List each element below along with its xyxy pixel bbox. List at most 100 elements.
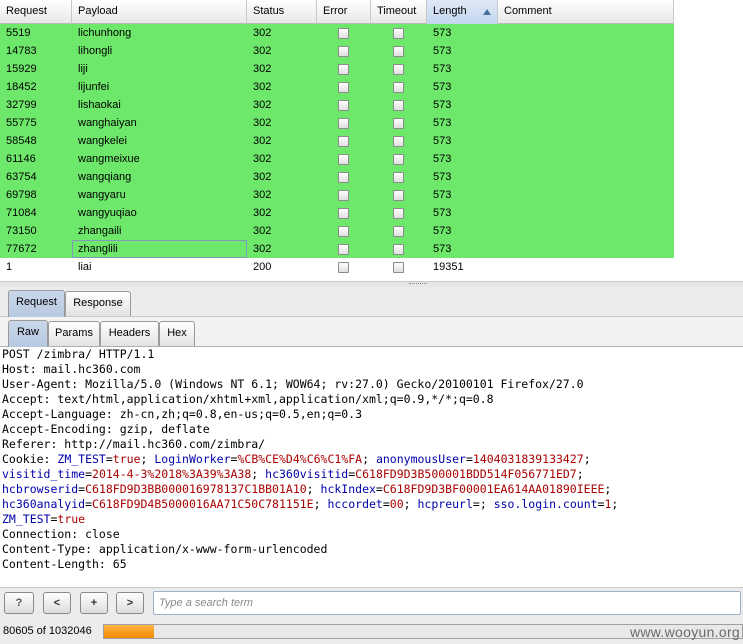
timeout-checkbox[interactable]: [393, 154, 404, 165]
cell-status: 302: [253, 27, 272, 39]
error-checkbox[interactable]: [338, 136, 349, 147]
error-checkbox[interactable]: [338, 244, 349, 255]
cell-error: [317, 78, 371, 96]
cell-timeout: [371, 132, 427, 150]
cell-request: 1: [6, 261, 13, 273]
cell-timeout: [371, 222, 427, 240]
table-row[interactable]: 71084 wangyuqiao 302 573: [0, 204, 674, 222]
timeout-checkbox[interactable]: [393, 64, 404, 75]
timeout-checkbox[interactable]: [393, 118, 404, 129]
error-checkbox[interactable]: [338, 154, 349, 165]
timeout-checkbox[interactable]: [393, 136, 404, 147]
cell-status: 302: [253, 135, 272, 147]
timeout-checkbox[interactable]: [393, 46, 404, 57]
table-row[interactable]: 61146 wangmeixue 302 573: [0, 150, 674, 168]
cell-status: 302: [253, 45, 272, 57]
cell-timeout: [371, 168, 427, 186]
column-header-length[interactable]: Length: [427, 0, 498, 24]
cell-status: 302: [253, 225, 272, 237]
column-header-label: Payload: [78, 5, 118, 17]
cell-payload: zhangaili: [78, 225, 122, 237]
error-checkbox[interactable]: [338, 172, 349, 183]
table-row[interactable]: 5519 lichunhong 302 573: [0, 24, 674, 42]
timeout-checkbox[interactable]: [393, 100, 404, 111]
previous-match-button[interactable]: <: [43, 592, 71, 614]
table-row[interactable]: 1 liai 200 19351: [0, 258, 674, 276]
connection-header: Connection: close: [2, 527, 120, 541]
cell-comment: [498, 168, 674, 186]
table-row[interactable]: 14783 lihongli 302 573: [0, 42, 674, 60]
column-header-comment[interactable]: Comment: [498, 0, 674, 24]
referer-header: Referer: http://mail.hc360.com/zimbra/: [2, 437, 266, 451]
accept-language-header: Accept-Language: zh-cn,zh;q=0.8,en-us;q=…: [2, 407, 363, 421]
cell-comment: [498, 24, 674, 42]
tab-params[interactable]: Params: [48, 321, 100, 346]
cell-error: [317, 204, 371, 222]
column-header-request[interactable]: Request: [0, 0, 72, 24]
timeout-checkbox[interactable]: [393, 244, 404, 255]
table-row[interactable]: 55775 wanghaiyan 302 573: [0, 114, 674, 132]
cell-length: 573: [433, 207, 452, 219]
cell-payload: wangyuqiao: [78, 207, 137, 219]
cell-payload: lishaokai: [78, 99, 121, 111]
table-row[interactable]: 15929 liji 302 573: [0, 60, 674, 78]
timeout-checkbox[interactable]: [393, 190, 404, 201]
table-row[interactable]: 18452 lijunfei 302 573: [0, 78, 674, 96]
cookie-name: hcbrowserid: [2, 482, 79, 496]
error-checkbox[interactable]: [338, 46, 349, 57]
column-header-payload[interactable]: Payload: [72, 0, 247, 24]
timeout-checkbox[interactable]: [393, 172, 404, 183]
cell-status: 302: [253, 207, 272, 219]
table-row[interactable]: 58548 wangkelei 302 573: [0, 132, 674, 150]
results-table-header: Request Payload Status Error Timeout Len…: [0, 0, 674, 24]
cookie-name: sso.login.count: [493, 497, 598, 511]
error-checkbox[interactable]: [338, 190, 349, 201]
cookie-name: LoginWorker: [154, 452, 231, 466]
error-checkbox[interactable]: [338, 118, 349, 129]
tab-headers[interactable]: Headers: [100, 321, 159, 346]
tab-request[interactable]: Request: [8, 290, 65, 317]
cell-status: 302: [253, 171, 272, 183]
error-checkbox[interactable]: [338, 100, 349, 111]
column-header-timeout[interactable]: Timeout: [371, 0, 427, 24]
timeout-checkbox[interactable]: [393, 262, 404, 273]
timeout-checkbox[interactable]: [393, 208, 404, 219]
table-row[interactable]: 32799 lishaokai 302 573: [0, 96, 674, 114]
tab-response[interactable]: Response: [65, 291, 131, 316]
cell-comment: [498, 96, 674, 114]
cell-length: 573: [433, 225, 452, 237]
cell-timeout: [371, 96, 427, 114]
timeout-checkbox[interactable]: [393, 82, 404, 93]
cookie-name: ZM_TEST: [57, 452, 106, 466]
add-button[interactable]: +: [80, 592, 108, 614]
search-input[interactable]: Type a search term: [153, 591, 741, 615]
host-header: Host: mail.hc360.com: [2, 362, 141, 376]
content-type-header: Content-Type: application/x-www-form-url…: [2, 542, 328, 556]
next-match-button[interactable]: >: [116, 592, 144, 614]
cell-comment: [498, 132, 674, 150]
tab-hex[interactable]: Hex: [159, 321, 195, 346]
error-checkbox[interactable]: [338, 262, 349, 273]
column-header-status[interactable]: Status: [247, 0, 317, 24]
splitter-grip-icon[interactable]: [409, 283, 427, 285]
error-checkbox[interactable]: [338, 28, 349, 39]
table-row[interactable]: 63754 wangqiang 302 573: [0, 168, 674, 186]
table-row[interactable]: 73150 zhangaili 302 573: [0, 222, 674, 240]
cell-comment: [498, 258, 674, 276]
raw-request-editor[interactable]: POST /zimbra/ HTTP/1.1 Host: mail.hc360.…: [0, 347, 743, 587]
table-row[interactable]: 77672 zhanglili 302 573: [0, 240, 674, 258]
column-header-error[interactable]: Error: [317, 0, 371, 24]
error-checkbox[interactable]: [338, 64, 349, 75]
cell-timeout: [371, 24, 427, 42]
table-row[interactable]: 69798 wangyaru 302 573: [0, 186, 674, 204]
cell-status: 200: [253, 261, 272, 273]
tab-raw[interactable]: Raw: [8, 320, 48, 347]
help-button[interactable]: ?: [4, 592, 34, 614]
timeout-checkbox[interactable]: [393, 226, 404, 237]
cell-comment: [498, 222, 674, 240]
timeout-checkbox[interactable]: [393, 28, 404, 39]
error-checkbox[interactable]: [338, 82, 349, 93]
error-checkbox[interactable]: [338, 208, 349, 219]
error-checkbox[interactable]: [338, 226, 349, 237]
cell-request: 14783: [6, 45, 37, 57]
